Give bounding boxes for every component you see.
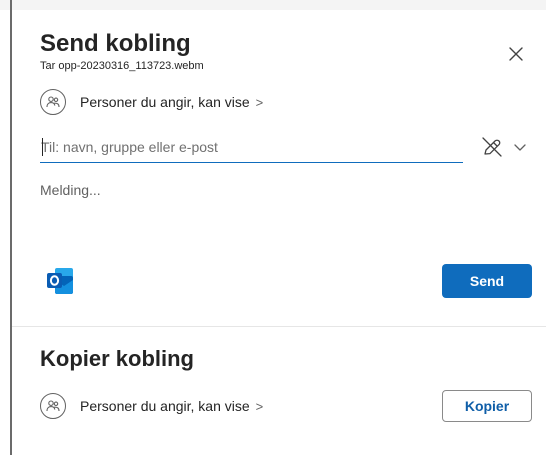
link-settings-button[interactable] [480,134,532,160]
copy-link-title: Kopier kobling [40,346,194,371]
message-field[interactable] [40,182,530,242]
send-button[interactable]: Send [442,264,532,298]
background-window-strip: ▔▔ ▔▔ ▔▔ ▔▔▔▔ [0,0,546,10]
chevron-down-icon [514,144,526,151]
permissions-label: Personer du angir, kan vise [80,398,250,414]
close-icon [509,47,523,61]
copy-button[interactable]: Kopier [442,390,532,422]
outlook-button[interactable] [46,266,74,296]
outlook-icon [47,268,73,294]
file-name: Tar opp-20230316_113723.webm [40,60,204,72]
people-icon [40,89,66,115]
people-icon [40,393,66,419]
section-divider [12,326,546,327]
pen-slash-icon [482,137,502,157]
close-button[interactable] [504,42,528,66]
text-caret [42,138,43,156]
recipients-input[interactable] [40,132,463,163]
chevron-right-icon: > [255,94,264,110]
permissions-link-send[interactable]: Personer du angir, kan vise > [40,87,263,117]
share-dialog: Send kobling Tar opp-20230316_113723.web… [12,10,546,455]
send-link-title: Send kobling [40,30,191,57]
permissions-link-copy[interactable]: Personer du angir, kan vise > [40,391,263,421]
chevron-right-icon: > [255,398,264,414]
permissions-label: Personer du angir, kan vise [80,94,250,110]
